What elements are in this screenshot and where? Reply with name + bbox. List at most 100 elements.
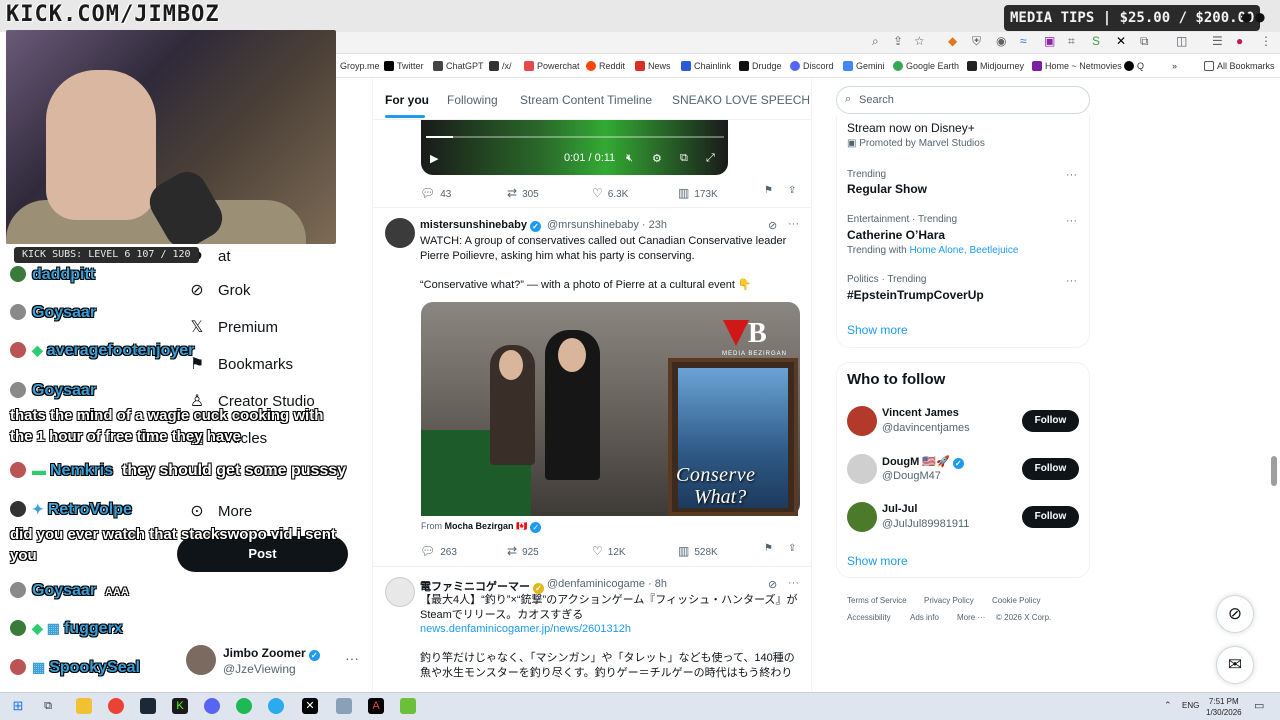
browser-menu-icon[interactable]: ⋮ xyxy=(1260,34,1272,48)
follow-avatar[interactable] xyxy=(847,454,877,484)
trend-title[interactable]: Regular Show xyxy=(847,182,927,196)
app-icon[interactable] xyxy=(336,698,352,714)
account-avatar[interactable] xyxy=(186,645,216,675)
views-button[interactable]: ▥ 173K xyxy=(678,186,718,200)
tab-stream-content-timeline[interactable]: Stream Content Timeline xyxy=(520,93,652,107)
star-icon[interactable]: ☆ xyxy=(914,34,925,48)
side-panel-icon[interactable]: ◫ xyxy=(1176,34,1187,48)
footer-cookie-link[interactable]: Cookie Policy xyxy=(992,596,1040,605)
play-icon[interactable]: ▶ xyxy=(430,152,438,165)
minecraft-icon[interactable] xyxy=(400,698,416,714)
nav-item-premium[interactable]: 𝕏 Premium xyxy=(186,317,278,337)
bookmark-powerchat[interactable]: Powerchat xyxy=(524,61,580,71)
reply-button[interactable]: 💬︎ 43 xyxy=(420,186,451,200)
bookmark-x[interactable]: /x/ xyxy=(489,61,512,71)
bookmark-google-earth[interactable]: Google Earth xyxy=(893,61,959,71)
telegram-icon[interactable] xyxy=(268,698,284,714)
steam-icon[interactable] xyxy=(140,698,156,714)
video-player[interactable] xyxy=(421,120,728,175)
follow-button[interactable]: Follow xyxy=(1022,458,1079,480)
bookmark-drudge[interactable]: Drudge xyxy=(739,61,782,71)
mute-icon[interactable]: 🔇︎ xyxy=(626,152,633,165)
x-app-icon[interactable]: ✕ xyxy=(302,698,318,714)
video-progress-track[interactable] xyxy=(426,136,724,138)
follow-avatar[interactable] xyxy=(847,406,877,436)
tweet-author-avatar[interactable] xyxy=(385,218,415,248)
bookmark-discord[interactable]: Discord xyxy=(790,61,834,71)
grok-explain-icon[interactable]: ⊘ xyxy=(768,219,777,232)
wave-extension-icon[interactable]: ≈ xyxy=(1020,34,1027,48)
notification-icon[interactable]: ▭ xyxy=(1254,699,1264,712)
shield-extension-icon[interactable]: ⛨ xyxy=(972,34,981,49)
nav-item-bookmarks[interactable]: ⚑ Bookmarks xyxy=(186,354,293,374)
bookmark-groyp[interactable]: Groyp.me xyxy=(340,61,380,71)
show-more-trends-link[interactable]: Show more xyxy=(847,323,908,337)
follow-button[interactable]: Follow xyxy=(1022,410,1079,432)
bookmark-q[interactable]: Q xyxy=(1124,61,1144,71)
footer-accessibility-link[interactable]: Accessibility xyxy=(847,613,891,622)
show-more-follow-link[interactable]: Show more xyxy=(847,554,908,568)
metamask-extension-icon[interactable]: ◆ xyxy=(948,34,957,48)
bookmark-reddit[interactable]: Reddit xyxy=(586,61,625,71)
bookmark-gemini[interactable]: Gemini xyxy=(843,61,885,71)
reply-button[interactable]: 💬︎ 263 xyxy=(420,544,457,558)
chrome-icon[interactable] xyxy=(108,698,124,714)
share-tweet-icon[interactable]: ⇪ xyxy=(788,543,796,554)
tweet-author-avatar[interactable] xyxy=(385,577,415,607)
trend-more-icon[interactable]: ··· xyxy=(1066,275,1077,287)
all-bookmarks-folder[interactable]: All Bookmarks xyxy=(1204,61,1275,71)
footer-privacy-link[interactable]: Privacy Policy xyxy=(924,596,974,605)
bookmark-tweet-icon[interactable]: ⚑ xyxy=(764,185,773,196)
settings-gear-icon[interactable]: ⚙ xyxy=(652,152,662,165)
obs-adobe-icon[interactable]: A xyxy=(368,698,384,714)
account-name[interactable]: Jimbo Zoomer ✓ xyxy=(223,646,320,661)
bookmarks-overflow-chevron-icon[interactable]: » xyxy=(1172,61,1177,71)
tab-following[interactable]: Following xyxy=(447,93,498,107)
puzzle-extensions-icon[interactable]: ⧉ xyxy=(1140,34,1149,49)
bookmark-midjourney[interactable]: Midjourney xyxy=(967,61,1024,71)
spotify-icon[interactable] xyxy=(236,698,252,714)
tweet-more-icon[interactable]: ··· xyxy=(788,577,799,589)
follow-name[interactable]: DougM 🇺🇸🚀 ✓ xyxy=(882,455,964,469)
video-extension-icon[interactable]: ▣ xyxy=(1044,34,1055,48)
messages-envelope-icon[interactable]: ✉ xyxy=(1216,646,1254,684)
account-menu-icon[interactable]: ··· xyxy=(345,650,359,666)
tab-sneako-love-speech[interactable]: SNEAKO LOVE SPEECH xyxy=(672,93,810,107)
bookmark-twitter[interactable]: Twitter xyxy=(384,61,424,71)
repost-button[interactable]: ⇄ 305 xyxy=(507,186,539,200)
extension-icon[interactable]: ◉ xyxy=(996,34,1006,48)
kick-app-icon[interactable]: K xyxy=(172,698,188,714)
page-scrollbar[interactable] xyxy=(1271,456,1277,486)
like-button[interactable]: ♡ 12K xyxy=(592,544,626,558)
tweet-author-handle[interactable]: @denfaminicogame · 8h xyxy=(547,578,667,590)
grok-explain-icon[interactable]: ⊘ xyxy=(768,578,777,591)
bookmark-chatgpt[interactable]: ChatGPT xyxy=(433,61,484,71)
trend-title[interactable]: Catherine O’Hara xyxy=(847,228,945,242)
image-source[interactable]: From Mocha Bezirgan 🇨🇦 ✓ xyxy=(421,521,542,533)
views-button[interactable]: ▥ 528K xyxy=(678,544,718,558)
zoom-icon[interactable]: ⌕ xyxy=(872,34,879,49)
bookmark-tweet-icon[interactable]: ⚑ xyxy=(764,543,773,554)
code-extension-icon[interactable]: ⌗ xyxy=(1068,34,1075,49)
follow-name[interactable]: Vincent James xyxy=(882,407,959,419)
promoted-trend-title[interactable]: Stream now on Disney+ xyxy=(847,121,975,135)
task-view-icon[interactable]: ⧉ xyxy=(40,698,56,714)
share-icon[interactable]: ⇪ xyxy=(893,34,903,48)
trend-more-icon[interactable]: ··· xyxy=(1066,169,1077,181)
like-button[interactable]: ♡ 6.3K xyxy=(592,186,628,200)
nav-item-more[interactable]: ⊙ More xyxy=(186,501,252,521)
grok-float-icon[interactable]: ⊘ xyxy=(1216,595,1254,633)
tray-clock[interactable]: 7:51 PM 1/30/2026 xyxy=(1206,696,1242,718)
tab-for-you[interactable]: For you xyxy=(385,93,429,107)
profile-avatar-icon[interactable]: ● xyxy=(1236,34,1243,48)
bookmark-chainlink[interactable]: Chainlink xyxy=(681,61,731,71)
footer-more-link[interactable]: More ··· xyxy=(957,613,985,622)
tweet-author-name[interactable]: 電ファミニコゲーマー ✓ xyxy=(420,578,544,594)
tweet-author-name[interactable]: mistersunshinebaby ✓ xyxy=(420,219,541,232)
x-extension-icon[interactable]: ✕ xyxy=(1116,34,1126,48)
fullscreen-icon[interactable]: ⤢ xyxy=(706,152,715,165)
tweet-link[interactable]: news.denfaminicogamer.jp/news/2601312h xyxy=(420,622,631,637)
follow-avatar[interactable] xyxy=(847,502,877,532)
tray-chevron-icon[interactable]: ⌃ xyxy=(1164,700,1172,711)
follow-name[interactable]: Jul-Jul xyxy=(882,503,917,515)
